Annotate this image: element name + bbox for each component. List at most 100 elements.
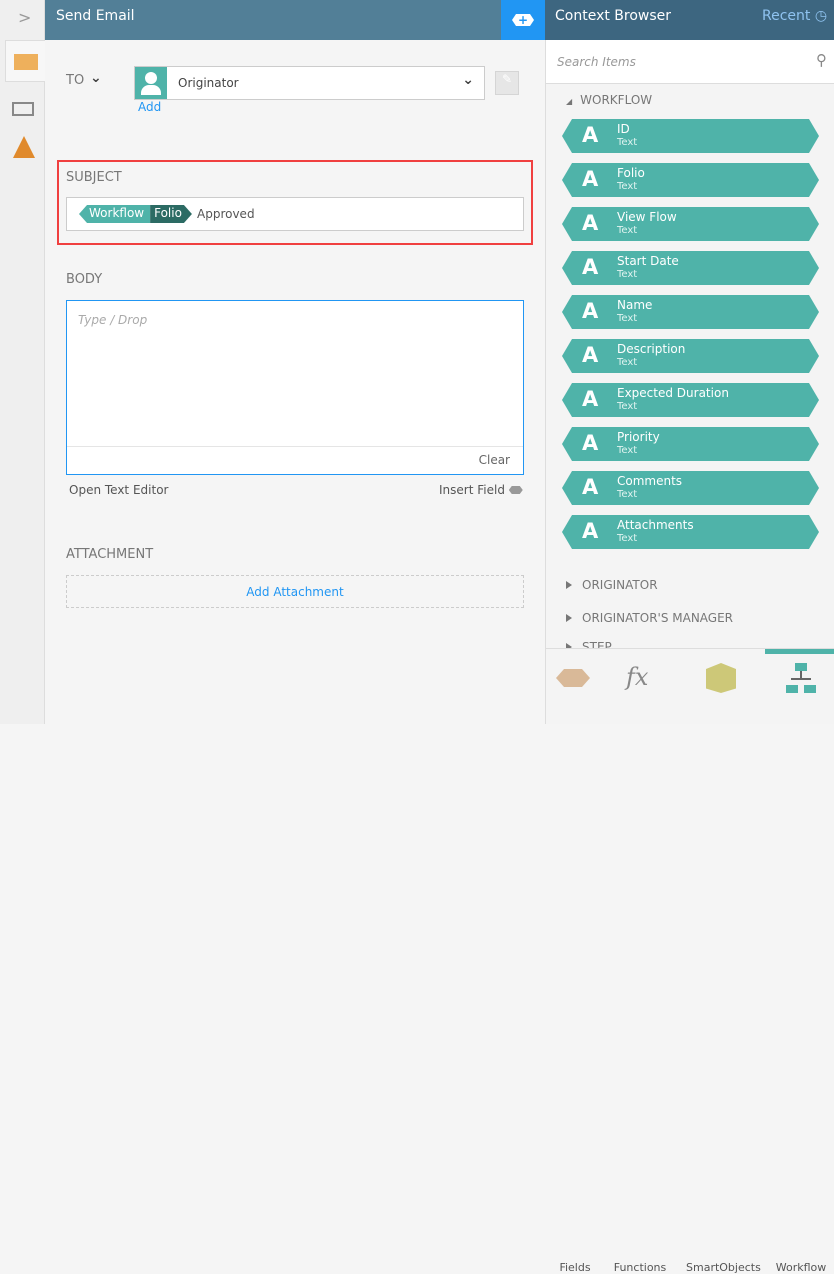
plus-icon: +: [512, 14, 534, 26]
clear-button[interactable]: Clear: [479, 453, 510, 467]
context-item[interactable]: A ID Text: [562, 119, 819, 153]
item-type: Text: [617, 313, 638, 324]
send-email-form: TO ⌄ Originator ⌄ ✎ Add SUBJECT Workflow…: [45, 40, 545, 724]
to-chevron-icon[interactable]: ⌄: [90, 70, 102, 86]
context-item[interactable]: A Attachments Text: [562, 515, 819, 549]
section-originators-manager[interactable]: ORIGINATOR'S MANAGER: [566, 611, 733, 625]
item-type: Text: [617, 489, 638, 500]
item-name: Priority: [617, 430, 660, 444]
text-type-icon: A: [582, 211, 599, 235]
context-item[interactable]: A View Flow Text: [562, 207, 819, 241]
context-item[interactable]: A Name Text: [562, 295, 819, 329]
add-attachment-button[interactable]: Add Attachment: [66, 575, 524, 608]
subject-text: Approved: [197, 207, 255, 221]
item-name: Comments: [617, 474, 683, 488]
item-name: Attachments: [617, 518, 694, 532]
text-type-icon: A: [582, 299, 599, 323]
context-browser-title: Context Browser: [555, 8, 672, 24]
item-type: Text: [617, 401, 638, 412]
item-type: Text: [617, 357, 638, 368]
edit-pencil-icon[interactable]: ✎: [495, 71, 519, 95]
item-type: Text: [617, 445, 638, 456]
open-text-editor-link[interactable]: Open Text Editor: [69, 483, 168, 497]
warning-icon[interactable]: [13, 136, 35, 158]
item-name: Description: [617, 342, 686, 356]
add-recipient-link[interactable]: Add: [138, 100, 161, 114]
insert-field-link[interactable]: Insert Field: [439, 483, 523, 497]
section-label: WORKFLOW: [580, 93, 653, 107]
section-step[interactable]: STEP: [566, 640, 612, 648]
search-placeholder: Search Items: [557, 55, 636, 69]
search-icon[interactable]: ⚲: [816, 51, 827, 69]
left-toolbar: >: [0, 0, 46, 724]
text-field-icon[interactable]: [12, 102, 34, 116]
item-name: View Flow: [617, 210, 677, 224]
active-tab-indicator: [765, 649, 834, 654]
item-type: Text: [617, 225, 638, 236]
context-tabs: fx Fields Functions SmartObjects Workflo…: [546, 648, 834, 1274]
context-item[interactable]: A Folio Text: [562, 163, 819, 197]
user-icon: [135, 67, 167, 99]
body-label: BODY: [66, 272, 103, 287]
item-name: Start Date: [617, 254, 679, 268]
functions-icon: fx: [626, 663, 649, 691]
item-name: ID: [617, 122, 630, 136]
subject-section: SUBJECT Workflow Folio Approved: [57, 160, 533, 245]
section-label: ORIGINATOR: [582, 578, 658, 592]
text-type-icon: A: [582, 475, 599, 499]
text-type-icon: A: [582, 167, 599, 191]
tab-functions[interactable]: Functions: [605, 1261, 675, 1274]
section-workflow[interactable]: ◢ WORKFLOW: [566, 93, 652, 107]
item-type: Text: [617, 137, 638, 148]
recent-label: Recent: [762, 8, 811, 24]
body-textarea[interactable]: Type / Drop Clear: [66, 300, 524, 475]
field-icon: [508, 486, 523, 494]
item-name: Folio: [617, 166, 645, 180]
text-type-icon: A: [582, 343, 599, 367]
item-type: Text: [617, 533, 638, 544]
smartobjects-icon: [706, 663, 736, 693]
context-item[interactable]: A Priority Text: [562, 427, 819, 461]
context-item[interactable]: A Expected Duration Text: [562, 383, 819, 417]
text-type-icon: A: [582, 431, 599, 455]
dropdown-chevron-icon: ⌄: [462, 72, 474, 88]
recipient-dropdown[interactable]: Originator ⌄: [134, 66, 485, 100]
section-originator[interactable]: ORIGINATOR: [566, 578, 658, 592]
context-browser-header: Context Browser Recent ◷: [545, 0, 834, 40]
folio-token[interactable]: Workflow Folio: [79, 205, 192, 223]
item-name: Expected Duration: [617, 386, 729, 400]
body-placeholder: Type / Drop: [78, 313, 148, 327]
text-type-icon: A: [582, 519, 599, 543]
context-item[interactable]: A Start Date Text: [562, 251, 819, 285]
context-browser: Search Items ⚲ ◢ WORKFLOW A ID Text A Folio Te…: [545, 40, 834, 1274]
token-field: Folio: [150, 205, 192, 223]
recent-button[interactable]: Recent ◷: [762, 8, 827, 24]
to-label: TO: [66, 73, 85, 88]
fields-icon: [556, 669, 590, 687]
subject-label: SUBJECT: [66, 170, 122, 185]
text-type-icon: A: [582, 255, 599, 279]
item-type: Text: [617, 181, 638, 192]
context-item[interactable]: A Comments Text: [562, 471, 819, 505]
clock-icon: ◷: [814, 8, 828, 24]
add-field-button[interactable]: +: [501, 0, 545, 40]
envelope-icon: [14, 54, 38, 70]
email-tab[interactable]: [5, 40, 46, 82]
section-label: ORIGINATOR'S MANAGER: [582, 611, 734, 625]
text-type-icon: A: [582, 123, 599, 147]
workflow-icon: [786, 663, 816, 695]
tab-fields[interactable]: Fields: [540, 1261, 610, 1274]
page-title: Send Email: [45, 0, 501, 40]
section-label: STEP: [582, 640, 612, 648]
attachment-label: ATTACHMENT: [66, 547, 154, 562]
search-input[interactable]: Search Items ⚲: [546, 40, 834, 84]
tab-workflow[interactable]: Workflow: [766, 1261, 834, 1274]
subject-input[interactable]: Workflow Folio Approved: [66, 197, 524, 231]
text-type-icon: A: [582, 387, 599, 411]
tab-smartobjects[interactable]: SmartObjects: [686, 1261, 761, 1274]
item-name: Name: [617, 298, 653, 312]
token-group: Workflow: [79, 205, 151, 223]
expand-chevron-icon[interactable]: >: [18, 8, 31, 27]
context-item[interactable]: A Description Text: [562, 339, 819, 373]
recipient-value: Originator: [178, 76, 239, 90]
